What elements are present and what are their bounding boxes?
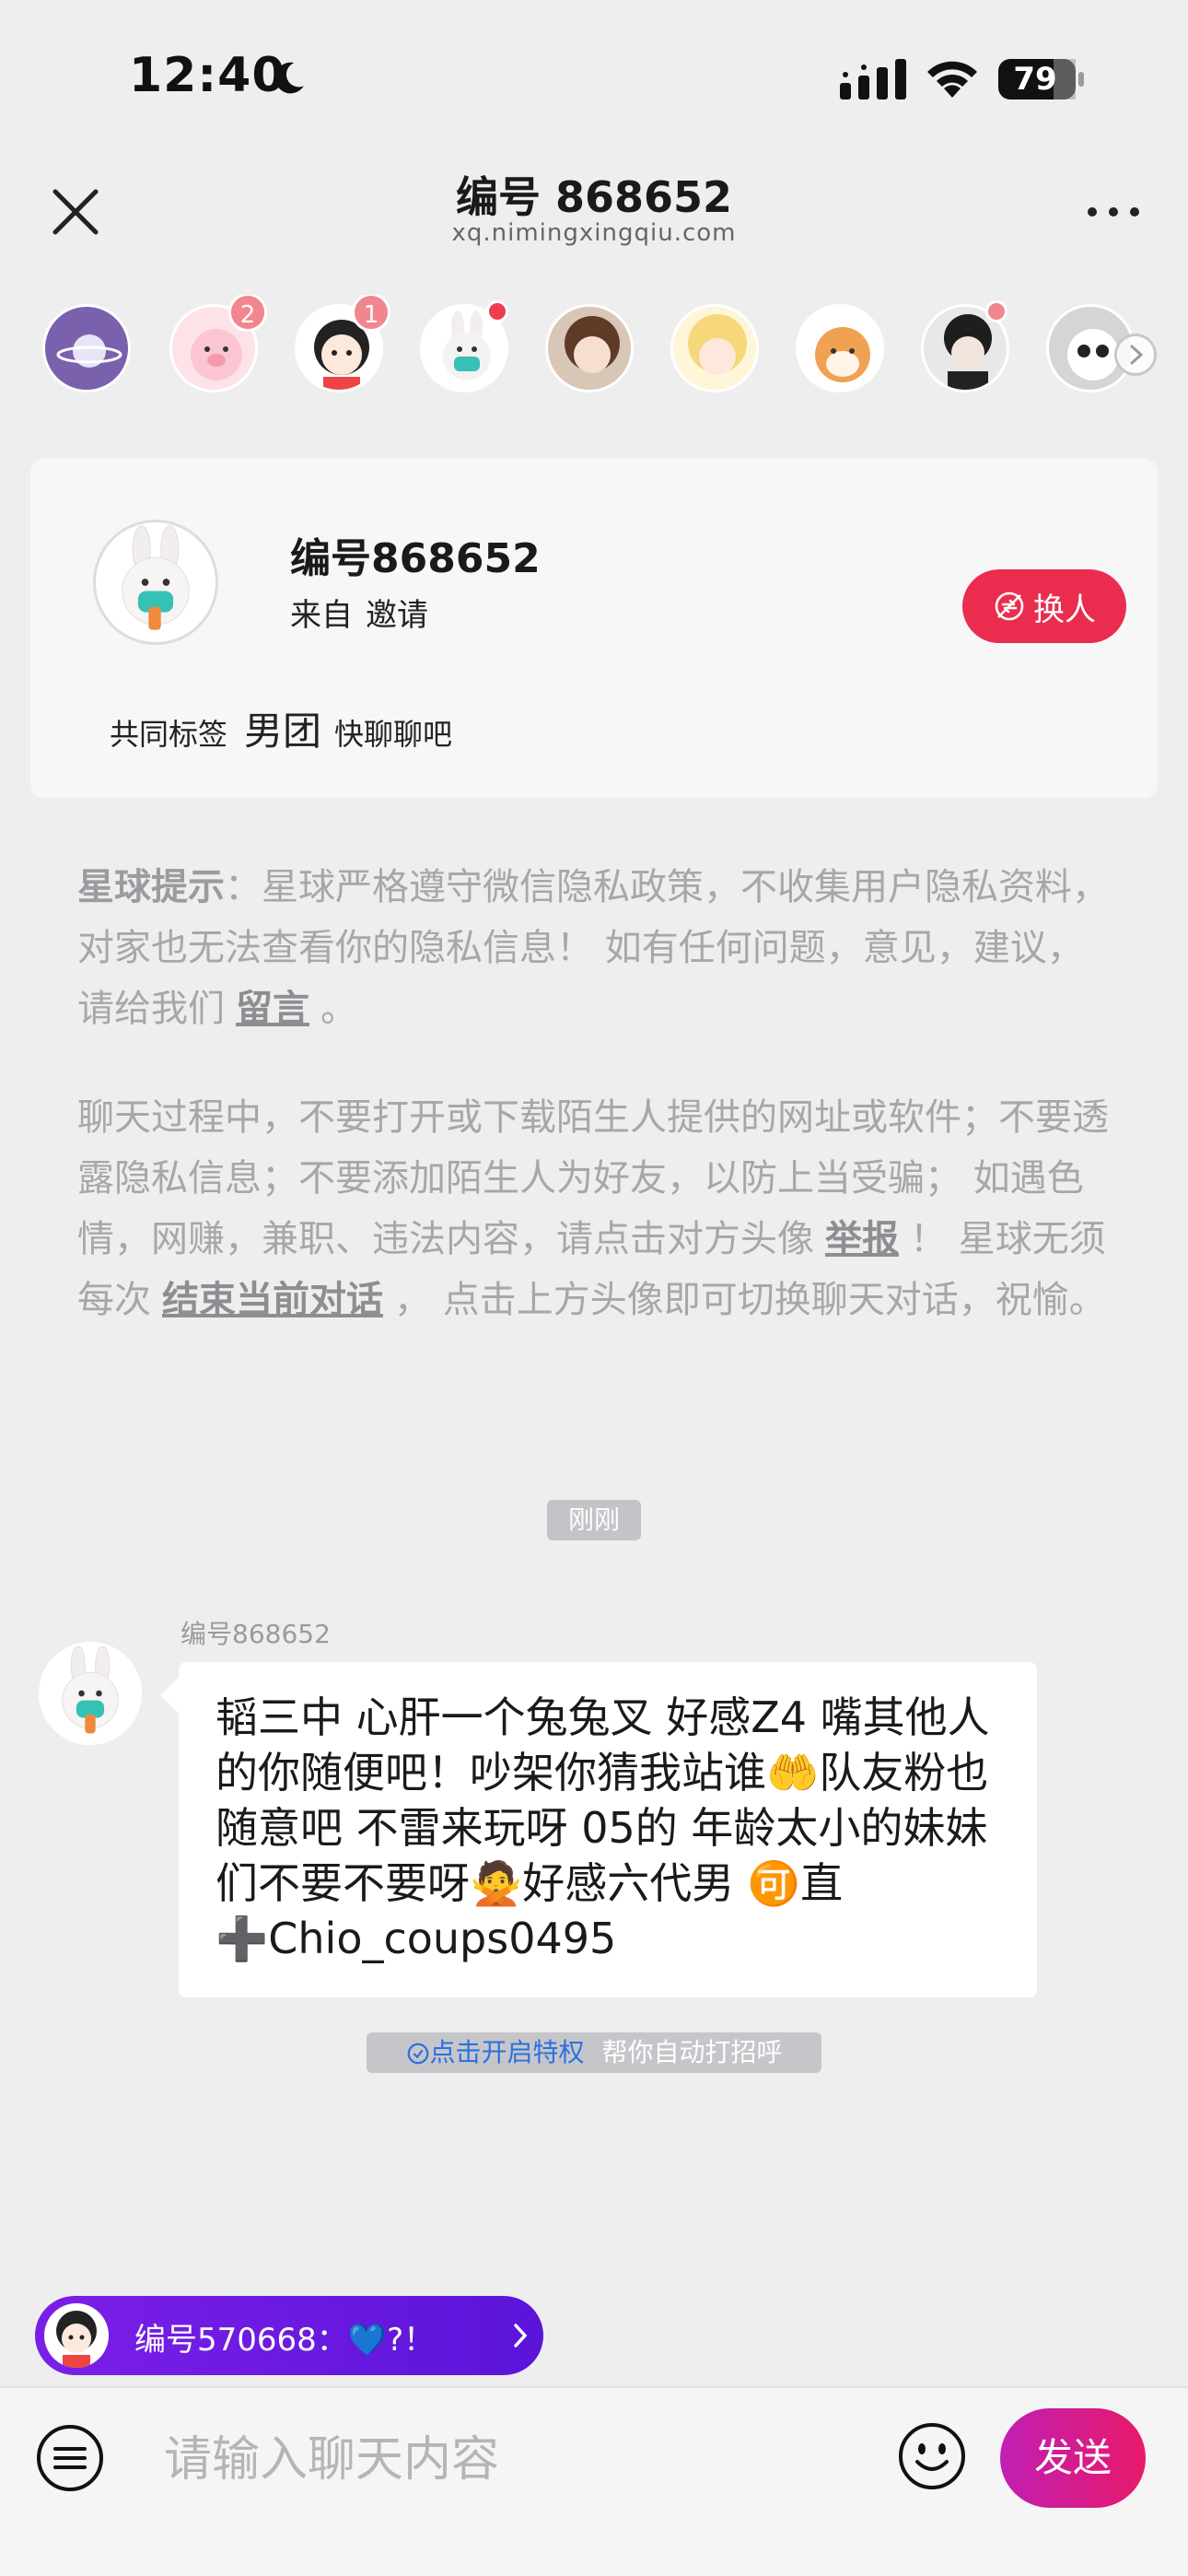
toast-avatar [44,2303,109,2368]
profile-card: 编号868652 来自 邀请 换人 共同标签 男团 快聊聊吧 [30,459,1158,798]
sender-name: 编号868652 [181,1619,331,1649]
notice-title: 星球提示 [77,866,225,908]
shared-tags: 共同标签 男团 快聊聊吧 [110,700,452,756]
perk-link[interactable]: 点击开启特权 [406,2037,593,2067]
moon-icon [274,62,304,94]
avatar-anime-girl[interactable] [545,304,634,392]
unread-dot [985,300,1007,322]
swap-person-button[interactable]: 换人 [962,569,1126,643]
check-circle-icon [407,2043,428,2065]
source-label: 来自 [290,597,353,634]
sender-avatar[interactable] [39,1642,142,1745]
tags-label: 共同标签 [110,717,228,752]
notice-end: ， 点击上方头像即可切换聊天对话，祝愉。 [394,1279,1106,1321]
battery-level: 79 [1013,61,1057,98]
emoji-icon[interactable] [897,2421,967,2491]
feedback-link[interactable]: 留言 [236,988,309,1030]
wifi-icon [927,61,977,98]
perk-link-label: 点击开启特权 [429,2037,585,2067]
swap-label: 换人 [1033,591,1096,628]
end-chat-link[interactable]: 结束当前对话 [162,1279,383,1321]
send-button[interactable]: 发送 [1000,2408,1146,2508]
report-link[interactable]: 举报 [825,1218,899,1260]
perk-text: 帮你自动打招呼 [601,2037,783,2067]
profile-source: 来自 邀请 [290,590,428,635]
source-value: 邀请 [366,597,428,634]
avatar-planet[interactable] [42,304,131,392]
privacy-notice: 星球提示：星球严格遵守微信隐私政策，不收集用户隐私资料，对家也无法查看你的隐私信… [77,857,1112,1039]
signal-icon [840,59,906,100]
tag-chip: 男团 [244,708,322,754]
badge-count: 2 [228,295,267,332]
chevron-right-icon[interactable] [1114,334,1157,376]
battery-icon: 79 [996,55,1085,103]
message-time: 刚刚 [547,1500,641,1540]
message-bubble[interactable]: 韬三中 心肝一个兔兔叉 好感Z4 嘴其他人的你随便吧！吵架你猜我站谁🤲队友粉也随… [179,1662,1037,1997]
toast-text: 编号570668：💙?！ [134,2322,436,2359]
unread-dot [486,300,508,322]
menu-icon[interactable] [35,2423,105,2493]
page-title: 编号 868652 [455,172,733,222]
message-input[interactable] [164,2423,864,2497]
chevron-right-icon [514,2324,528,2348]
profile-avatar[interactable] [93,520,218,645]
status-bar: 12:40 79 [0,0,1188,157]
more-icon[interactable] [1083,193,1144,230]
conversation-strip: 2 1 [0,295,1188,405]
page-subtitle: xq.nimingxingqiu.com [451,219,737,247]
input-bar: 发送 [0,2386,1188,2576]
notice-end: 。 [320,988,357,1030]
auto-greet-banner[interactable]: 点击开启特权 帮你自动打招呼 [367,2032,821,2073]
notice-body: ：星球严格遵守微信隐私政策，不收集用户隐私资料，对家也无法查看你的隐私信息！ 如… [77,866,1109,1030]
swap-icon [995,591,1024,621]
tag-hint: 快聊聊吧 [334,717,453,752]
header: 编号 868652 xq.nimingxingqiu.com [0,157,1188,267]
profile-name: 编号868652 [290,535,541,582]
badge-count: 1 [352,295,390,332]
status-time: 12:40 [129,48,286,103]
new-message-toast[interactable]: 编号570668：💙?！ [35,2296,543,2375]
avatar-shiba[interactable] [796,304,884,392]
avatar-anime-blonde[interactable] [670,304,759,392]
safety-notice: 聊天过程中，不要打开或下载陌生人提供的网址或软件；不要透露隐私信息；不要添加陌生… [77,1087,1112,1330]
